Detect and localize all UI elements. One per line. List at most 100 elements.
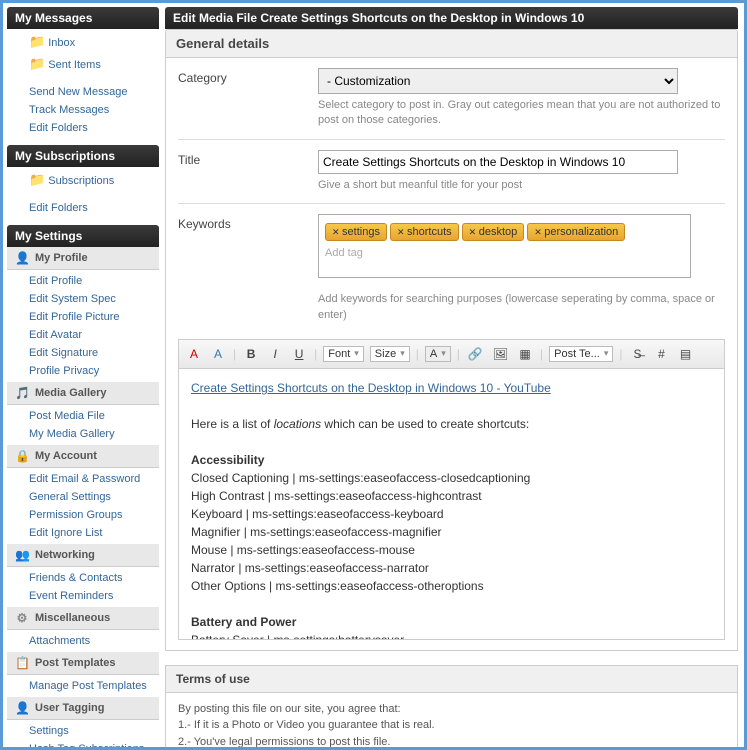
post-templates-label: Post Templates: [35, 657, 116, 669]
editor-line: Keyboard | ms-settings:easeofaccess-keyb…: [191, 505, 712, 523]
edit-folders-link[interactable]: Edit Folders: [7, 119, 159, 137]
editor-line: Magnifier | ms-settings:easeofaccess-mag…: [191, 523, 712, 541]
my-profile-label: My Profile: [35, 252, 88, 264]
sent-label: Sent Items: [48, 59, 101, 71]
category-select[interactable]: - Customization: [318, 68, 678, 94]
sidebar-item[interactable]: Hash Tag Subscriptions: [7, 740, 159, 747]
my-settings-head: My Settings: [7, 225, 159, 247]
keywords-label: Keywords: [178, 214, 318, 323]
my-subscriptions-panel: My Subscriptions 📁 Subscriptions Edit Fo…: [7, 145, 159, 219]
editor-heading: Accessibility: [191, 453, 264, 467]
editor-line: Narrator | ms-settings:easeofaccess-narr…: [191, 559, 712, 577]
editor-line: Mouse | ms-settings:easeofaccess-mouse: [191, 541, 712, 559]
hashtag-button[interactable]: #: [652, 344, 670, 364]
text-color-button[interactable]: A: [185, 344, 203, 364]
my-profile-head: 👤 My Profile: [7, 247, 159, 270]
italic-button[interactable]: I: [266, 344, 284, 364]
editor-link[interactable]: Create Settings Shortcuts on the Desktop…: [191, 381, 551, 395]
networking-label: Networking: [35, 549, 95, 561]
image-button[interactable]: 🖼: [491, 344, 510, 364]
sidebar-item[interactable]: Profile Privacy: [7, 362, 159, 380]
sidebar-item[interactable]: Friends & Contacts: [7, 569, 159, 587]
inbox-label: Inbox: [48, 37, 75, 49]
subscriptions-link[interactable]: 📁 Subscriptions: [7, 169, 159, 191]
post-templates-head: 📋 Post Templates: [7, 652, 159, 675]
music-icon: 🎵: [15, 386, 29, 400]
folder-icon: 📁: [29, 172, 45, 187]
sidebar-item[interactable]: Event Reminders: [7, 587, 159, 605]
link-button[interactable]: 🔗: [466, 344, 485, 364]
folder-icon: 📁: [29, 34, 45, 49]
media-gallery-head: 🎵 Media Gallery: [7, 382, 159, 405]
media-gallery-label: Media Gallery: [35, 387, 107, 399]
sidebar-item[interactable]: Edit Signature: [7, 344, 159, 362]
code-button[interactable]: ▤: [676, 344, 694, 364]
title-hint: Give a short but meanful title for your …: [318, 178, 725, 193]
sidebar-item[interactable]: Manage Post Templates: [7, 677, 159, 695]
sidebar-item[interactable]: Edit Profile Picture: [7, 308, 159, 326]
editor-text: locations: [274, 417, 321, 431]
editor-line: Other Options | ms-settings:easeofaccess…: [191, 577, 712, 595]
editor-toolbar: A A | B I U | Font Size | A | 🔗 🖼 ▦ | Po…: [179, 340, 724, 369]
category-label: Category: [178, 68, 318, 129]
sidebar-item[interactable]: Settings: [7, 722, 159, 740]
my-account-label: My Account: [35, 450, 97, 462]
editor-text: which can be used to create shortcuts:: [321, 417, 529, 431]
size-select[interactable]: Size: [370, 346, 410, 362]
font-select[interactable]: Font: [323, 346, 364, 362]
keyword-tag[interactable]: personalization: [527, 223, 625, 241]
keywords-hint: Add keywords for searching purposes (low…: [318, 292, 725, 323]
keyword-tag[interactable]: desktop: [462, 223, 525, 241]
title-input[interactable]: [318, 150, 678, 174]
edit-folders-link[interactable]: Edit Folders: [7, 199, 159, 217]
title-label: Title: [178, 150, 318, 193]
sent-items-link[interactable]: 📁 Sent Items: [7, 53, 159, 75]
editor-line: Battery Saver | ms-settings:batterysaver: [191, 631, 712, 639]
sidebar-item[interactable]: Permission Groups: [7, 506, 159, 524]
miscellaneous-head: ⚙ Miscellaneous: [7, 607, 159, 630]
user-tagging-label: User Tagging: [35, 702, 104, 714]
keyword-tag[interactable]: shortcuts: [390, 223, 459, 241]
sidebar-item[interactable]: Edit System Spec: [7, 290, 159, 308]
terms-line: 1.- If it is a Photo or Video you guaran…: [178, 717, 725, 734]
track-messages-link[interactable]: Track Messages: [7, 101, 159, 119]
gear-icon: ⚙: [15, 611, 29, 625]
editor-line: Closed Captioning | ms-settings:easeofac…: [191, 469, 712, 487]
subscriptions-label: Subscriptions: [48, 175, 114, 187]
category-hint: Select category to post in. Gray out cat…: [318, 98, 725, 129]
person-icon: 👤: [15, 701, 29, 715]
sidebar-item[interactable]: My Media Gallery: [7, 425, 159, 443]
send-new-message-link[interactable]: Send New Message: [7, 83, 159, 101]
terms-head: Terms of use: [165, 665, 738, 693]
user-tagging-head: 👤 User Tagging: [7, 697, 159, 720]
general-details-head: General details: [165, 29, 738, 58]
sidebar-item[interactable]: Post Media File: [7, 407, 159, 425]
terms-section: Terms of use By posting this file on our…: [165, 665, 738, 747]
bold-button[interactable]: B: [242, 344, 260, 364]
sidebar-item[interactable]: Edit Profile: [7, 272, 159, 290]
my-messages-panel: My Messages 📁 Inbox 📁 Sent Items Send Ne…: [7, 7, 159, 139]
my-account-head: 🔒My Account: [7, 445, 159, 468]
sidebar-item[interactable]: General Settings: [7, 488, 159, 506]
strikethrough-button[interactable]: S̶: [628, 344, 646, 364]
sidebar-item[interactable]: Attachments: [7, 632, 159, 650]
text-color-select[interactable]: A: [425, 346, 451, 362]
rich-text-editor: A A | B I U | Font Size | A | 🔗 🖼 ▦ | Po…: [178, 339, 725, 640]
general-details-form: Category - Customization Select category…: [165, 58, 738, 651]
person-icon: 👤: [15, 251, 29, 265]
post-template-select[interactable]: Post Te...: [549, 346, 613, 362]
keywords-input[interactable]: settingsshortcutsdesktoppersonalization …: [318, 214, 691, 278]
keyword-tag[interactable]: settings: [325, 223, 387, 241]
template-icon: 📋: [15, 656, 29, 670]
networking-head: 👥Networking: [7, 544, 159, 567]
highlight-color-button[interactable]: A: [209, 344, 227, 364]
inbox-link[interactable]: 📁 Inbox: [7, 31, 159, 53]
sidebar-item[interactable]: Edit Avatar: [7, 326, 159, 344]
underline-button[interactable]: U: [290, 344, 308, 364]
sidebar-item[interactable]: Edit Email & Password: [7, 470, 159, 488]
media-button[interactable]: ▦: [516, 344, 534, 364]
page-title: Edit Media File Create Settings Shortcut…: [165, 7, 738, 29]
editor-content[interactable]: Create Settings Shortcuts on the Desktop…: [179, 369, 724, 639]
miscellaneous-label: Miscellaneous: [35, 612, 110, 624]
sidebar-item[interactable]: Edit Ignore List: [7, 524, 159, 542]
